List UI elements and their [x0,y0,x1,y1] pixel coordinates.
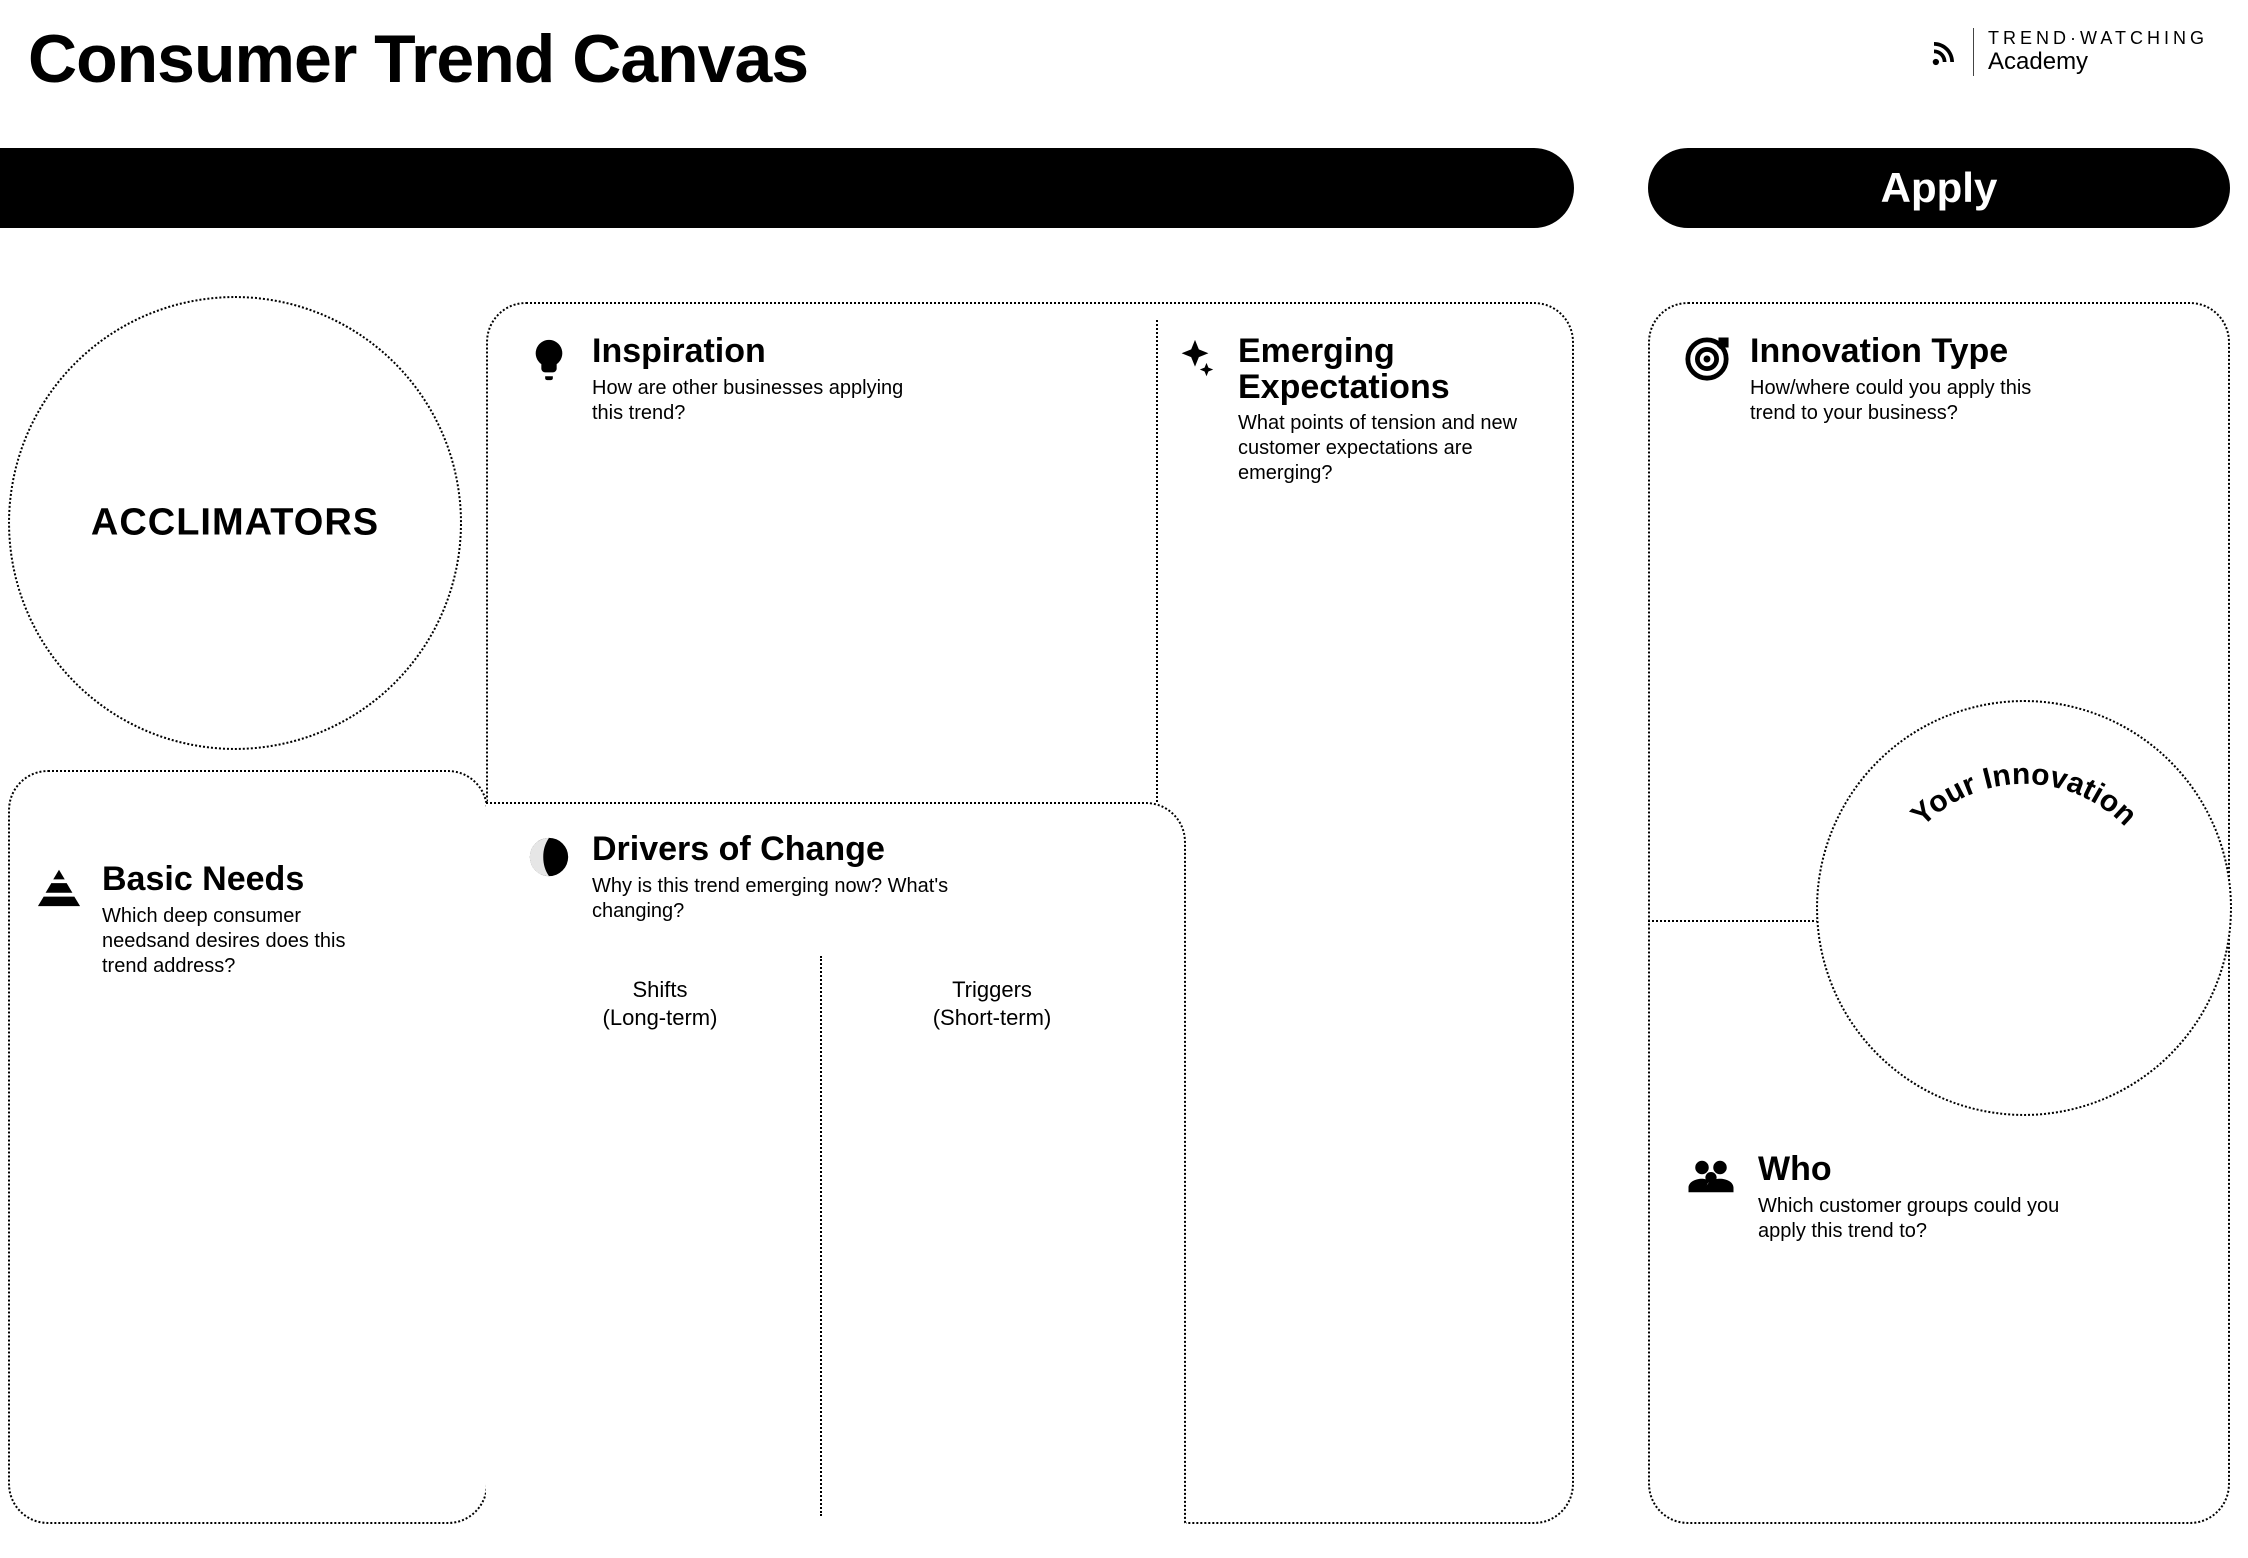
globe-icon [526,834,572,880]
who-sub: Which customer groups could you apply th… [1758,1194,2078,1244]
page-title: Consumer Trend Canvas [28,20,808,98]
brand-line-1: TREND·WATCHING [1988,29,2208,49]
drivers-title: Drivers of Change [592,832,1012,868]
apply-bar: Apply [1648,148,2230,228]
brand-logo: TREND·WATCHING Academy [1929,28,2208,76]
trend-arc-label: Trend [105,320,365,440]
svg-text:Your Innovation: Your Innovation [1905,758,2143,832]
pyramid-icon [36,864,82,910]
innovation-circle: Your Innovation [1816,700,2232,1116]
trend-circle: Trend ACCLIMATORS [8,296,462,750]
innovation-type-sub: How/where could you apply this trend to … [1750,376,2070,426]
brand-line-2: Academy [1988,49,2208,75]
brand-divider [1973,28,1974,76]
innovation-type-title: Innovation Type [1750,334,2070,370]
who-title: Who [1758,1152,2078,1188]
basic-needs-sub: Which deep consumer needsand desires doe… [102,904,382,979]
expectations-section: Emerging Expectations What points of ten… [1172,334,1538,486]
inspiration-title: Inspiration [592,334,912,370]
drivers-divider [820,956,822,1516]
drivers-sub: Why is this trend emerging now? What's c… [592,874,1012,924]
inspiration-section: Inspiration How are other businesses app… [526,334,912,426]
innovation-type-section: Innovation Type How/where could you appl… [1684,334,2070,426]
drivers-section: Drivers of Change Why is this trend emer… [526,832,1012,924]
analyze-bar [0,148,1574,228]
who-section: Who Which customer groups could you appl… [1684,1152,2078,1244]
apply-horizontal-divider [1648,920,1818,922]
drivers-triggers-label: Triggers (Short-term) [862,976,1122,1031]
lightbulb-icon [526,336,572,382]
basic-needs-section: Basic Needs Which deep consumer needsand… [36,862,382,979]
expectations-sub: What points of tension and new customer … [1238,411,1538,486]
trend-name: ACCLIMATORS [91,502,379,545]
rss-icon [1929,37,1959,67]
inspiration-sub: How are other businesses applying this t… [592,376,912,426]
expectations-title: Emerging Expectations [1238,334,1538,405]
drivers-shifts-label: Shifts (Long-term) [530,976,790,1031]
people-icon [1684,1154,1738,1208]
basic-needs-title: Basic Needs [102,862,382,898]
svg-text:Trend: Trend [183,320,286,325]
target-icon [1684,336,1730,382]
innovation-arc-label: Your Innovation [1874,742,2174,892]
sparkle-icon [1172,336,1218,382]
